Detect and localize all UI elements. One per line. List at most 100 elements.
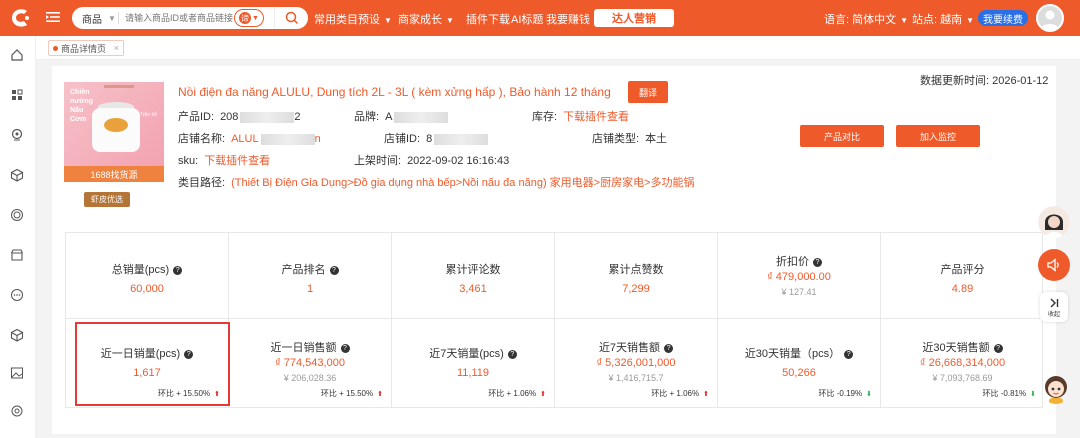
- sku-download-link[interactable]: 下载插件查看: [204, 155, 270, 167]
- redacted-value: [394, 111, 449, 123]
- redacted-value: [434, 133, 489, 145]
- help-icon[interactable]: ?: [664, 343, 674, 353]
- tab-bar: 商品详情页 ×: [36, 36, 1080, 60]
- app-logo-icon[interactable]: [8, 6, 32, 30]
- renew-button[interactable]: 我要续费: [978, 10, 1028, 26]
- stat-change: 环比 + 1.06% ⬆: [488, 388, 546, 399]
- product-id-field: 产品ID: 208 2: [178, 108, 301, 124]
- assistant-avatar[interactable]: [1040, 372, 1072, 404]
- help-icon[interactable]: ?: [329, 265, 339, 275]
- stat-label: 折扣价: [776, 256, 809, 268]
- stat-label: 累计点赞数: [608, 264, 664, 276]
- nav-merchant-growth[interactable]: 商家成长 ▼: [398, 11, 454, 27]
- dashboard-icon[interactable]: [10, 88, 24, 102]
- shop-type-value: 本土: [645, 133, 668, 145]
- package-icon[interactable]: [10, 328, 24, 342]
- stat-label: 产品评分: [940, 264, 985, 276]
- collapse-panel-button[interactable]: 收起: [1040, 292, 1068, 322]
- nav-plugin-download[interactable]: 插件下载: [466, 11, 510, 27]
- sound-button[interactable]: [1038, 249, 1070, 281]
- nav-earn-money[interactable]: 我要赚钱: [546, 11, 590, 27]
- stat-value: ₫ 5,326,001,000: [596, 357, 676, 369]
- add-monitor-button[interactable]: 加入监控: [896, 125, 980, 147]
- chevron-down-icon: ▼: [252, 14, 259, 22]
- stat-label: 总销量(pcs): [111, 264, 170, 276]
- user-icon: [1041, 10, 1059, 30]
- search-mode-toggle[interactable]: 谛 ▼: [234, 9, 264, 27]
- stat-value: ₫ 479,000.00: [767, 271, 831, 283]
- search-type-select[interactable]: 商品 ▼: [72, 11, 118, 26]
- brand-field: 品牌: A: [354, 108, 449, 124]
- stat-change: 环比 + 15.50% ⬆: [321, 388, 383, 399]
- shop-name-field: 店铺名称: ALUL n: [178, 130, 321, 146]
- search-button[interactable]: [274, 7, 308, 29]
- close-icon[interactable]: ×: [114, 43, 119, 53]
- tab-product-detail[interactable]: 商品详情页 ×: [48, 40, 124, 56]
- stat-value: 4.89: [951, 283, 974, 295]
- site-select[interactable]: 站点: 越南 ▼: [912, 11, 974, 27]
- chat-icon[interactable]: [10, 288, 24, 302]
- translate-button[interactable]: 翻译: [628, 81, 668, 103]
- field-label: 店铺名称:: [178, 133, 226, 145]
- cube-icon[interactable]: [10, 168, 24, 182]
- nav-common-category-preset[interactable]: 常用类目预设 ▼: [314, 11, 392, 27]
- shop-name-suffix: n: [314, 133, 321, 145]
- shop-id-prefix: 8: [426, 133, 433, 145]
- stat-product-rating: 产品评分 4.89: [881, 233, 1044, 319]
- category-path-link[interactable]: (Thiết Bị Điện Gia Dụng>Đồ gia dụng nhà …: [231, 177, 694, 189]
- shop-name-prefix[interactable]: ALUL: [231, 133, 259, 145]
- chevron-down-icon: ▼: [900, 16, 909, 25]
- help-icon[interactable]: ?: [340, 343, 350, 353]
- settings-icon[interactable]: [10, 404, 24, 418]
- divider: [118, 12, 119, 24]
- highlight-annotation-box: [75, 322, 230, 406]
- product-image-side-text: Trộn tốt: [140, 112, 158, 118]
- stat-label: 累计评论数: [445, 264, 501, 276]
- chevron-down-icon: ▼: [384, 16, 392, 25]
- help-icon[interactable]: ?: [173, 265, 183, 275]
- field-label: 店铺ID:: [384, 133, 421, 145]
- stat-label: 近一日销售额: [270, 342, 337, 354]
- search-input[interactable]: [125, 13, 245, 23]
- stat-total-likes: 累计点赞数 7,299: [555, 233, 718, 319]
- chevron-down-icon: ▼: [966, 16, 975, 25]
- nav-label: AI标题: [511, 14, 544, 26]
- home-icon[interactable]: [10, 48, 24, 62]
- updated-value: 2026-01-12: [992, 75, 1049, 87]
- data-updated-time: 数据更新时间: 2026-01-12: [920, 72, 1048, 88]
- language-select[interactable]: 语言: 简体中文 ▼: [824, 11, 908, 27]
- search-icon: [285, 11, 298, 25]
- nav-ai-title[interactable]: AI标题: [511, 11, 543, 27]
- image-icon[interactable]: [10, 366, 24, 380]
- help-icon[interactable]: ?: [844, 349, 854, 359]
- menu-toggle-icon[interactable]: [46, 10, 60, 24]
- nav-influencer-marketing[interactable]: 达人营销: [594, 9, 674, 27]
- nav-label: 商家成长: [398, 14, 442, 26]
- stock-field: 库存: 下载插件查看: [532, 108, 629, 124]
- field-label: sku:: [178, 155, 199, 167]
- help-icon[interactable]: ?: [993, 343, 1003, 353]
- stat-product-rank: 产品排名? 1: [229, 233, 392, 319]
- stat-total-reviews: 累计评论数 3,461: [392, 233, 555, 319]
- user-avatar[interactable]: [1036, 4, 1064, 32]
- customer-service-avatar[interactable]: [1038, 206, 1070, 238]
- redacted-value: [240, 111, 295, 123]
- nav-label: 插件下载: [466, 14, 510, 26]
- site-label: 站点: 越南: [912, 14, 963, 26]
- change-text: 环比 -0.19%: [818, 389, 863, 398]
- find-source-1688-button[interactable]: 1688找货源: [64, 166, 164, 182]
- help-icon[interactable]: ?: [813, 257, 822, 267]
- stock-download-link[interactable]: 下载插件查看: [563, 111, 629, 123]
- product-title[interactable]: Nồi điện đa năng ALULU, Dung tích 2L - 3…: [178, 85, 611, 99]
- tab-label: 商品详情页: [61, 43, 107, 54]
- field-label: 上架时间:: [354, 155, 402, 167]
- stat-value: 60,000: [130, 283, 164, 295]
- help-icon[interactable]: ?: [507, 349, 517, 359]
- stat-value: 3,461: [459, 283, 487, 295]
- nav-label: 我要赚钱: [546, 14, 590, 26]
- store-icon[interactable]: [10, 248, 24, 262]
- product-compare-button[interactable]: 产品对比: [800, 125, 884, 147]
- location-icon[interactable]: [10, 128, 24, 142]
- arrow-up-icon: ⬆: [377, 391, 383, 398]
- target-icon[interactable]: [10, 208, 24, 222]
